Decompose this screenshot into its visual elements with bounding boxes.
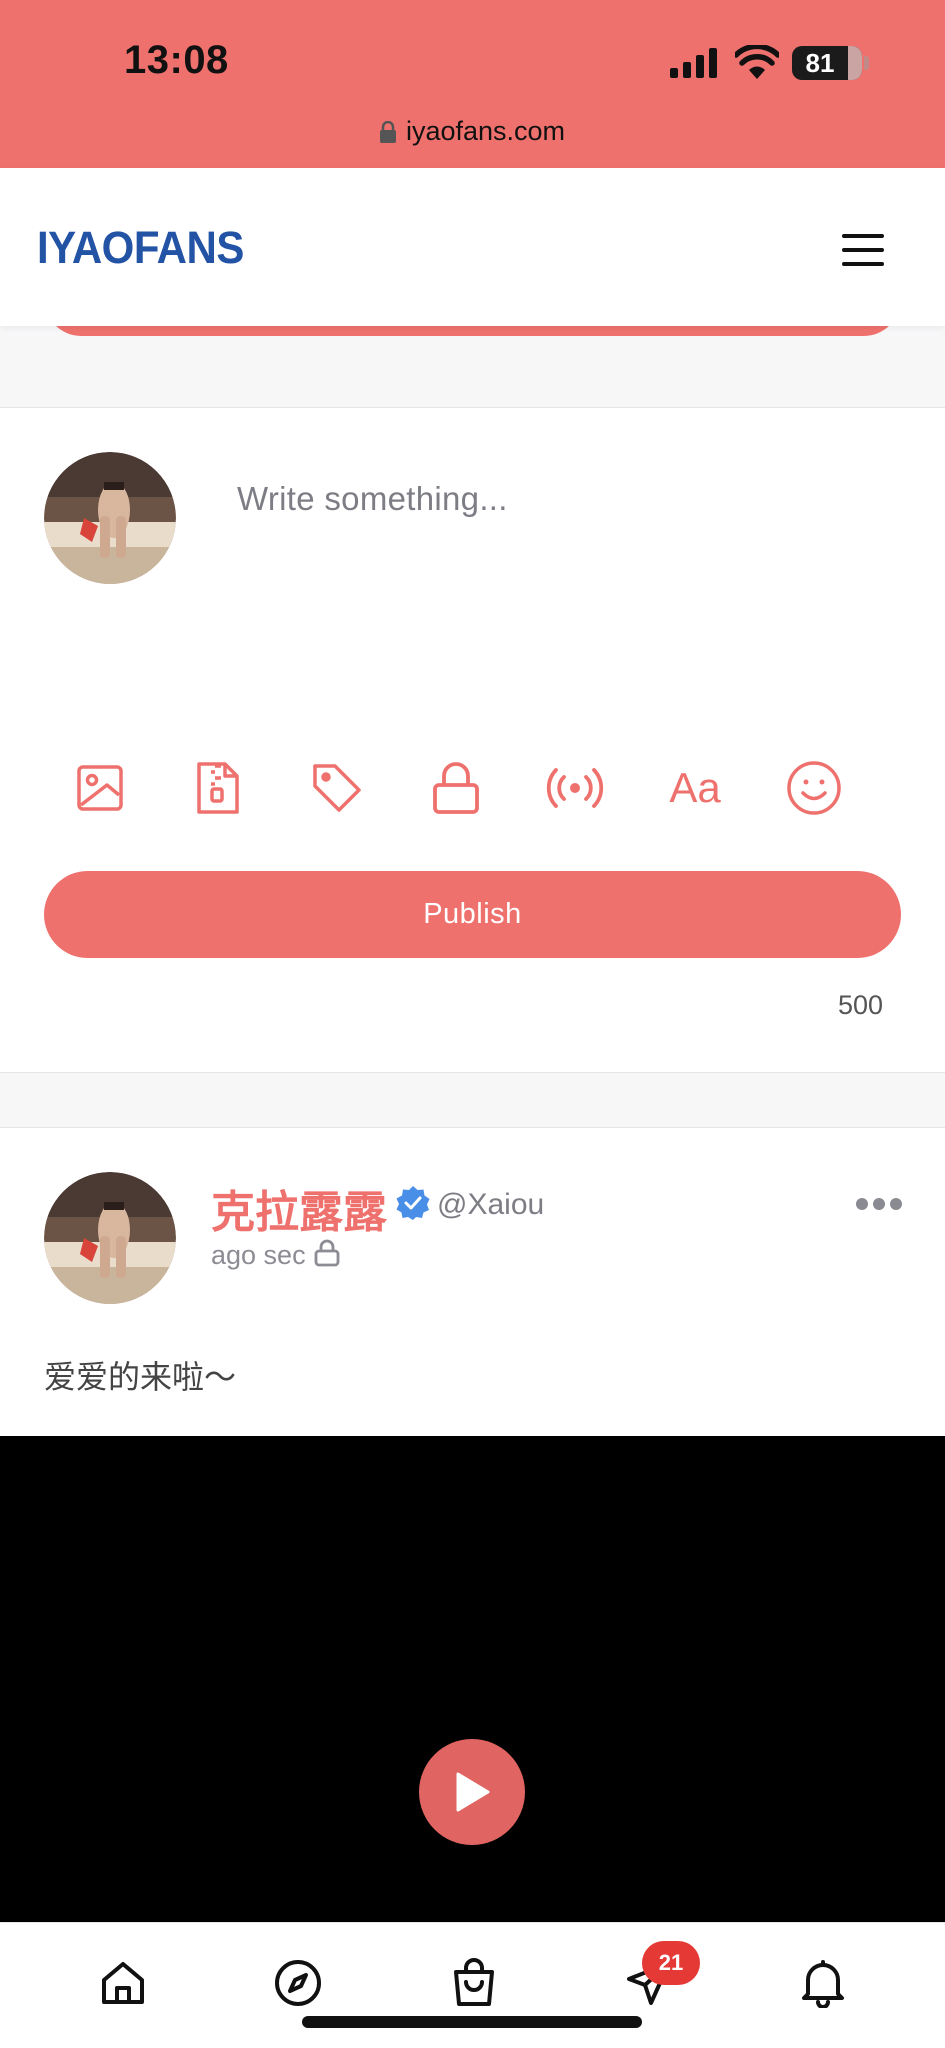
battery-level: 81: [805, 48, 835, 78]
battery-cap: [864, 56, 869, 70]
zip-file-icon[interactable]: [178, 748, 258, 828]
home-indicator: [302, 2016, 642, 2028]
lock-icon[interactable]: [416, 748, 496, 828]
hamburger-menu-icon[interactable]: [842, 234, 884, 266]
shopping-bag-icon[interactable]: [444, 1953, 504, 2013]
post-time: ago sec: [211, 1240, 306, 1270]
site-logo[interactable]: IYAOFANS: [37, 222, 244, 274]
emoji-icon[interactable]: [774, 748, 854, 828]
battery-icon: 81: [792, 46, 862, 80]
messages-badge: 21: [642, 1941, 700, 1985]
live-broadcast-icon[interactable]: [535, 748, 615, 828]
status-bar: 13:08 81 iyaofans.com: [0, 0, 945, 168]
lock-icon: [379, 120, 396, 143]
site-header: IYAOFANS: [0, 168, 945, 326]
notifications-bell-icon[interactable]: [793, 1953, 853, 2013]
feed-post: 克拉露露 @Xaiou ago sec 爱爱的来啦～: [0, 1128, 945, 1436]
compose-text-input[interactable]: Write something...: [237, 480, 508, 518]
bottom-nav: 21: [0, 1922, 945, 2048]
author-name[interactable]: 克拉露露: [211, 1176, 387, 1240]
composer-toolbar: Aa: [0, 748, 945, 828]
status-time: 13:08: [124, 38, 229, 82]
author-avatar[interactable]: [44, 1172, 176, 1304]
post-composer: Write something... Aa Publish 500: [0, 408, 945, 1072]
tag-icon[interactable]: [297, 748, 377, 828]
play-icon[interactable]: [419, 1739, 525, 1845]
video-player[interactable]: [0, 1436, 945, 1922]
section-divider: [0, 326, 945, 408]
verified-badge-icon: [396, 1186, 430, 1220]
more-dots-icon[interactable]: [856, 1196, 902, 1212]
url-text: iyaofans.com: [405, 116, 566, 146]
cellular-signal-icon: [670, 48, 717, 78]
explore-compass-icon[interactable]: [268, 1953, 328, 2013]
text-format-icon[interactable]: Aa: [655, 748, 735, 828]
author-handle[interactable]: @Xaiou: [437, 1188, 544, 1222]
wifi-icon: [735, 45, 779, 79]
section-divider: [0, 1072, 945, 1128]
address-bar[interactable]: iyaofans.com: [0, 116, 945, 147]
home-icon[interactable]: [93, 1953, 153, 2013]
post-text: 爱爱的来啦～: [44, 1358, 237, 1396]
publish-button[interactable]: Publish: [44, 871, 901, 958]
avatar[interactable]: [44, 452, 176, 584]
char-counter: 500: [837, 990, 883, 1020]
lock-icon: [314, 1239, 340, 1267]
image-icon[interactable]: [60, 748, 140, 828]
